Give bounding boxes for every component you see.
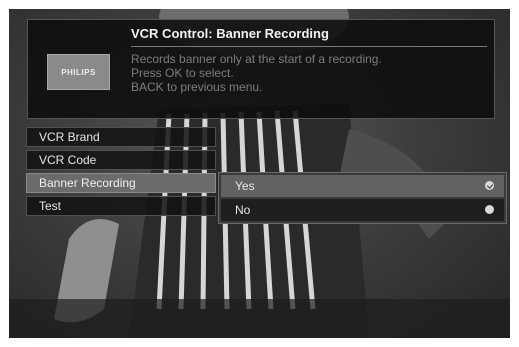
menu-item-vcr-brand[interactable]: VCR Brand — [26, 127, 216, 147]
description-line: BACK to previous menu. — [131, 80, 263, 94]
banner-recording-options: Yes No — [218, 172, 507, 224]
option-no[interactable]: No — [221, 199, 504, 221]
description-line: Records banner only at the start of a re… — [131, 52, 382, 66]
option-label: No — [235, 203, 251, 217]
option-label: Yes — [235, 179, 255, 193]
vcr-menu: VCR Brand VCR Code Banner Recording Test — [26, 127, 216, 219]
menu-item-test[interactable]: Test — [26, 196, 216, 216]
info-title: VCR Control: Banner Recording — [131, 26, 329, 41]
title-divider — [131, 46, 487, 47]
menu-item-banner-recording[interactable]: Banner Recording — [26, 173, 216, 193]
info-panel: PHILIPS VCR Control: Banner Recording Re… — [27, 19, 495, 119]
option-yes[interactable]: Yes — [221, 175, 504, 197]
info-description: Records banner only at the start of a re… — [131, 52, 382, 94]
brand-logo: PHILIPS — [47, 54, 110, 90]
brand-logo-text: PHILIPS — [61, 67, 96, 77]
menu-item-vcr-code[interactable]: VCR Code — [26, 150, 216, 170]
tv-screen: PHILIPS VCR Control: Banner Recording Re… — [9, 9, 510, 338]
description-line: Press OK to select. — [131, 66, 234, 80]
radio-unchecked-icon[interactable] — [485, 205, 494, 214]
radio-checked-icon[interactable] — [485, 181, 494, 190]
